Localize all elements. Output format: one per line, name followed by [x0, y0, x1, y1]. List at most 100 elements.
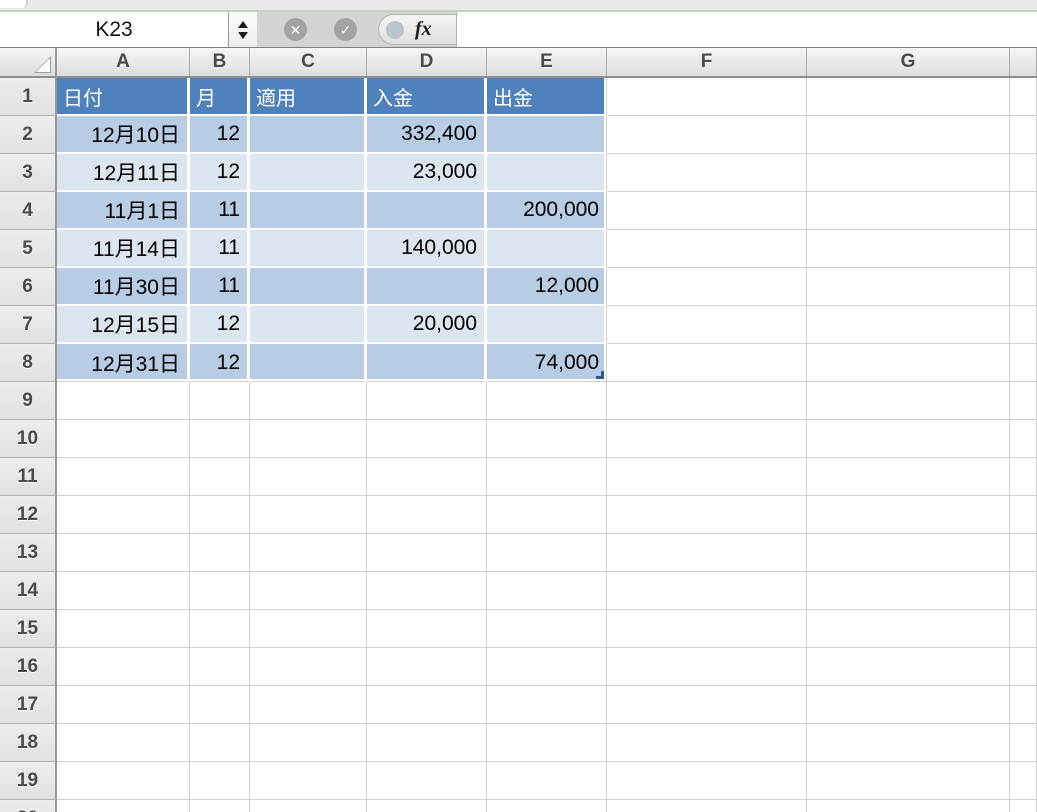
- cell-D7[interactable]: 20,000: [367, 306, 487, 344]
- name-box-stepper[interactable]: [229, 12, 258, 47]
- cell-E4[interactable]: 200,000: [487, 192, 607, 230]
- column-header-D[interactable]: D: [367, 48, 487, 76]
- cell-F17[interactable]: [607, 686, 807, 724]
- cell-E2[interactable]: [487, 116, 607, 154]
- cell-E5[interactable]: [487, 230, 607, 268]
- cell-E9[interactable]: [487, 382, 607, 420]
- cell-F10[interactable]: [607, 420, 807, 458]
- cell-D16[interactable]: [367, 648, 487, 686]
- cell-A8[interactable]: 12月31日: [57, 344, 190, 382]
- cell-A10[interactable]: [57, 420, 190, 458]
- row-header-18[interactable]: 18: [0, 724, 55, 762]
- cell-G12[interactable]: [807, 496, 1010, 534]
- cell-G18[interactable]: [807, 724, 1010, 762]
- stepper-up-icon[interactable]: [238, 21, 248, 28]
- cell-H20[interactable]: [1010, 800, 1037, 812]
- cell-G7[interactable]: [807, 306, 1010, 344]
- cell-H6[interactable]: [1010, 268, 1037, 306]
- cell-G1[interactable]: [807, 78, 1010, 116]
- cell-C18[interactable]: [250, 724, 367, 762]
- cell-C7[interactable]: [250, 306, 367, 344]
- cell-C10[interactable]: [250, 420, 367, 458]
- stepper-down-icon[interactable]: [238, 32, 248, 39]
- cell-B11[interactable]: [190, 458, 250, 496]
- cell-C15[interactable]: [250, 610, 367, 648]
- cell-H10[interactable]: [1010, 420, 1037, 458]
- cell-E6[interactable]: 12,000: [487, 268, 607, 306]
- cell-D9[interactable]: [367, 382, 487, 420]
- cell-A7[interactable]: 12月15日: [57, 306, 190, 344]
- column-header-A[interactable]: A: [57, 48, 190, 76]
- row-header-12[interactable]: 12: [0, 496, 55, 534]
- cell-H7[interactable]: [1010, 306, 1037, 344]
- cell-D13[interactable]: [367, 534, 487, 572]
- cell-B17[interactable]: [190, 686, 250, 724]
- cell-A1[interactable]: 日付: [57, 78, 190, 116]
- cell-C9[interactable]: [250, 382, 367, 420]
- cell-B13[interactable]: [190, 534, 250, 572]
- cell-B2[interactable]: 12: [190, 116, 250, 154]
- cell-G8[interactable]: [807, 344, 1010, 382]
- cell-C13[interactable]: [250, 534, 367, 572]
- cell-D5[interactable]: 140,000: [367, 230, 487, 268]
- row-header-4[interactable]: 4: [0, 192, 55, 230]
- cell-H18[interactable]: [1010, 724, 1037, 762]
- cell-H14[interactable]: [1010, 572, 1037, 610]
- cell-C2[interactable]: [250, 116, 367, 154]
- row-header-10[interactable]: 10: [0, 420, 55, 458]
- cell-F5[interactable]: [607, 230, 807, 268]
- cell-G11[interactable]: [807, 458, 1010, 496]
- cell-C11[interactable]: [250, 458, 367, 496]
- cell-F13[interactable]: [607, 534, 807, 572]
- cell-B14[interactable]: [190, 572, 250, 610]
- column-header-C[interactable]: C: [250, 48, 367, 76]
- cell-A3[interactable]: 12月11日: [57, 154, 190, 192]
- cell-A15[interactable]: [57, 610, 190, 648]
- cell-G9[interactable]: [807, 382, 1010, 420]
- cell-G6[interactable]: [807, 268, 1010, 306]
- cell-A9[interactable]: [57, 382, 190, 420]
- cancel-icon[interactable]: ✕: [284, 18, 307, 41]
- row-header-1[interactable]: 1: [0, 78, 55, 116]
- cell-E17[interactable]: [487, 686, 607, 724]
- cell-F12[interactable]: [607, 496, 807, 534]
- cell-F20[interactable]: [607, 800, 807, 812]
- name-box[interactable]: K23: [0, 12, 229, 47]
- row-header-7[interactable]: 7: [0, 306, 55, 344]
- cell-H1[interactable]: [1010, 78, 1037, 116]
- row-header-3[interactable]: 3: [0, 154, 55, 192]
- cell-F11[interactable]: [607, 458, 807, 496]
- row-header-2[interactable]: 2: [0, 116, 55, 154]
- column-header-G[interactable]: G: [807, 48, 1010, 76]
- cell-C19[interactable]: [250, 762, 367, 800]
- cell-F6[interactable]: [607, 268, 807, 306]
- row-header-19[interactable]: 19: [0, 762, 55, 800]
- cell-D18[interactable]: [367, 724, 487, 762]
- cell-H5[interactable]: [1010, 230, 1037, 268]
- cell-B15[interactable]: [190, 610, 250, 648]
- cell-H19[interactable]: [1010, 762, 1037, 800]
- cell-B12[interactable]: [190, 496, 250, 534]
- cell-E7[interactable]: [487, 306, 607, 344]
- cell-C8[interactable]: [250, 344, 367, 382]
- cell-D3[interactable]: 23,000: [367, 154, 487, 192]
- column-header-H-partial[interactable]: [1010, 48, 1037, 76]
- cell-F15[interactable]: [607, 610, 807, 648]
- row-header-15[interactable]: 15: [0, 610, 55, 648]
- cell-E15[interactable]: [487, 610, 607, 648]
- cell-C14[interactable]: [250, 572, 367, 610]
- row-header-13[interactable]: 13: [0, 534, 55, 572]
- select-all-corner[interactable]: [0, 48, 57, 78]
- cell-C17[interactable]: [250, 686, 367, 724]
- cell-H12[interactable]: [1010, 496, 1037, 534]
- cell-F9[interactable]: [607, 382, 807, 420]
- cell-D15[interactable]: [367, 610, 487, 648]
- cell-G15[interactable]: [807, 610, 1010, 648]
- cell-A14[interactable]: [57, 572, 190, 610]
- cell-E10[interactable]: [487, 420, 607, 458]
- cell-A5[interactable]: 11月14日: [57, 230, 190, 268]
- row-header-6[interactable]: 6: [0, 268, 55, 306]
- cell-D12[interactable]: [367, 496, 487, 534]
- cell-B20[interactable]: [190, 800, 250, 812]
- cell-E20[interactable]: [487, 800, 607, 812]
